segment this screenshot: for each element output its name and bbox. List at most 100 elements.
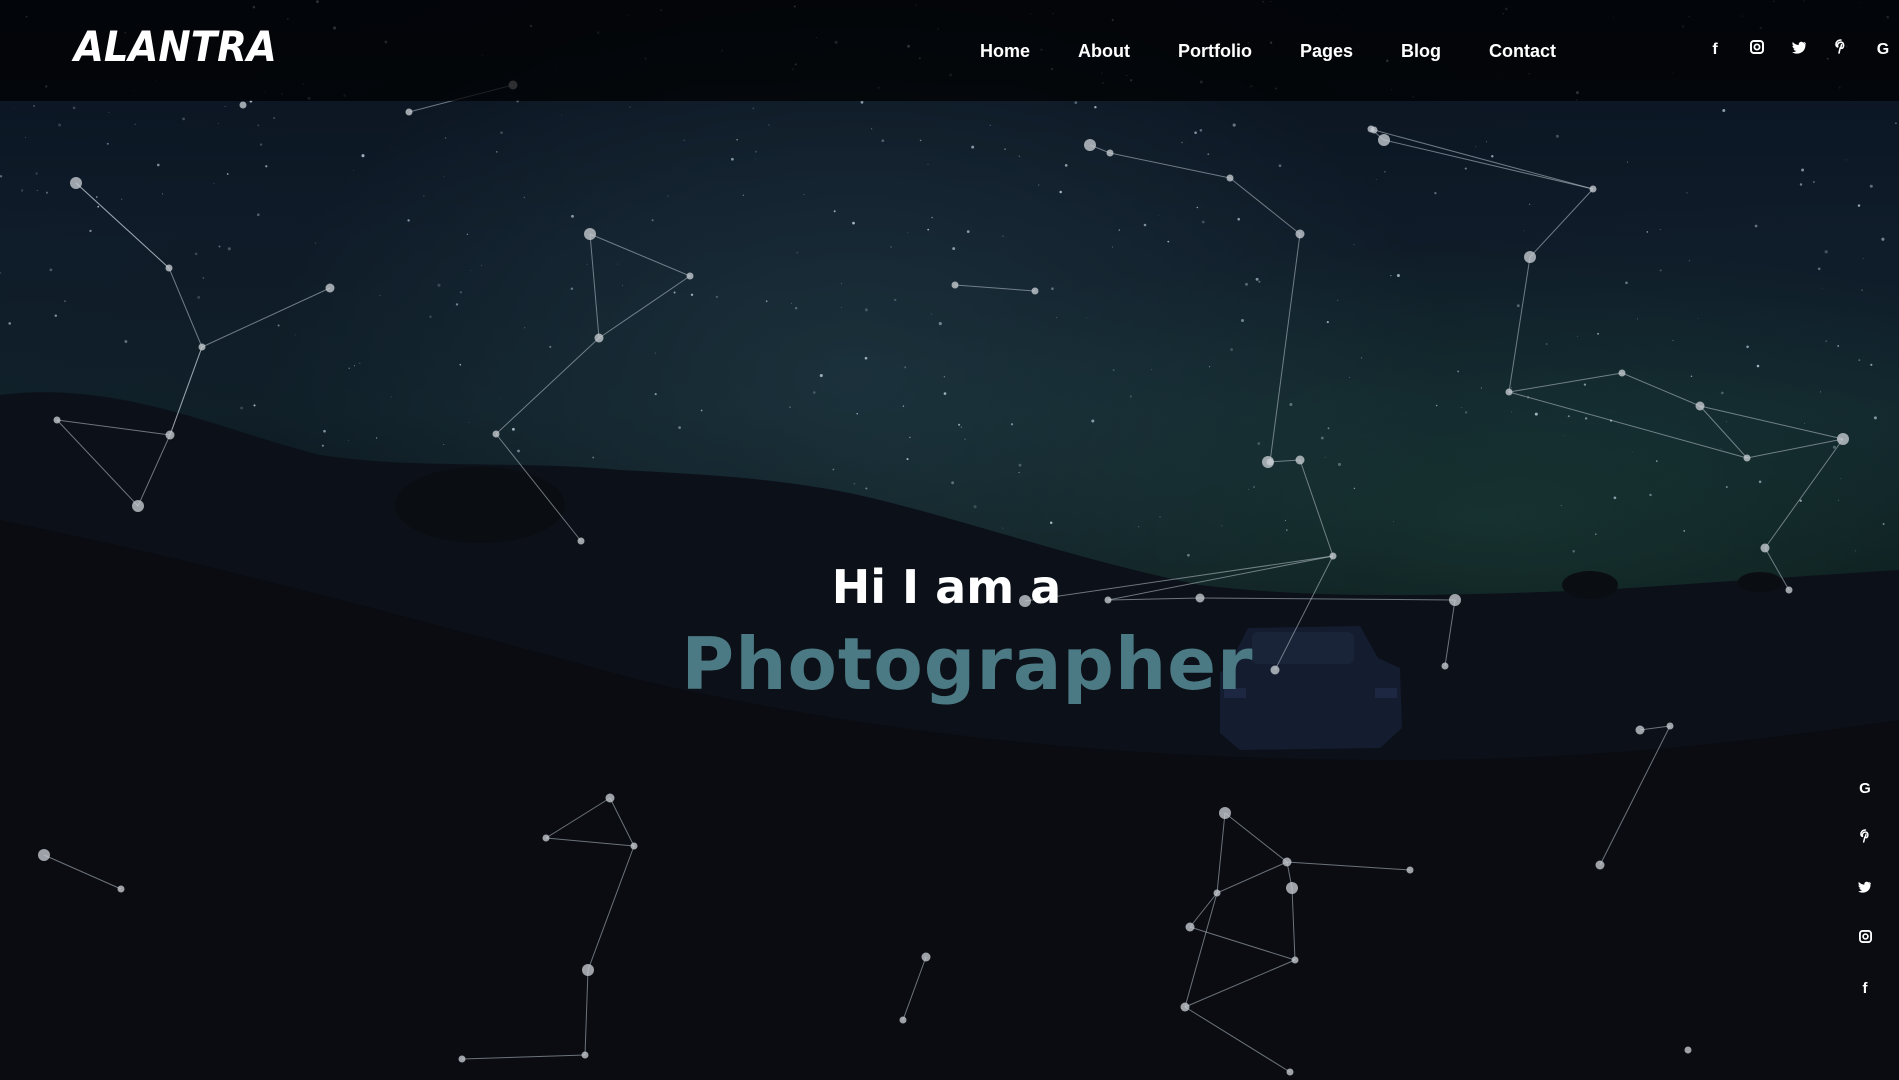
nav-portfolio[interactable]: Portfolio (1178, 39, 1252, 63)
constellation-node (1286, 882, 1298, 894)
constellation-line (1229, 177, 1301, 235)
constellation-line (1621, 372, 1701, 407)
google-icon[interactable]: G (1868, 37, 1898, 63)
constellation-node (582, 964, 594, 976)
twitter-icon[interactable] (1784, 37, 1814, 63)
constellation-line (1529, 188, 1594, 258)
constellation-node (899, 1016, 907, 1024)
constellation-line (75, 182, 170, 269)
constellation-node (165, 264, 173, 272)
constellation-node (1684, 1046, 1692, 1054)
nav-pages[interactable]: Pages (1300, 39, 1353, 63)
constellation-node (1295, 455, 1305, 465)
instagram-icon[interactable] (1850, 924, 1880, 974)
constellation-node (1524, 251, 1536, 263)
constellation-line (1189, 892, 1218, 928)
constellation-node (239, 101, 247, 109)
header-bar: ALANTRA Home About Portfolio Pages Blog … (0, 0, 1899, 101)
constellation-node (577, 537, 585, 545)
pinterest-icon[interactable] (1826, 37, 1856, 63)
constellation-line (1189, 926, 1296, 961)
main-nav: Home About Portfolio Pages Blog Contact (980, 39, 1604, 63)
constellation-line (1373, 129, 1594, 190)
constellation-node (584, 228, 596, 240)
constellation-line (598, 275, 691, 339)
constellation-line (1599, 725, 1671, 866)
constellation-node (581, 1051, 589, 1059)
twitter-icon[interactable] (1850, 874, 1880, 924)
nav-blog[interactable]: Blog (1401, 39, 1441, 63)
constellation-node (1837, 433, 1849, 445)
constellation-node (630, 842, 638, 850)
hero-intro-text: Hi I am a (831, 560, 1062, 614)
constellation-line (169, 346, 203, 436)
constellation-node (686, 272, 694, 280)
constellation-line (1184, 959, 1296, 1008)
constellation-line (56, 419, 171, 436)
constellation-node (1262, 456, 1274, 468)
hero-role-title: Photographer (681, 622, 1254, 706)
constellation-line (168, 267, 203, 348)
constellation-line (495, 337, 600, 435)
constellation-line (1699, 405, 1844, 440)
constellation-line (1508, 256, 1531, 393)
constellation-node (1635, 725, 1645, 735)
constellation-line (1269, 233, 1301, 463)
constellation-node (1666, 722, 1674, 730)
constellation-line (1508, 372, 1623, 393)
instagram-glyph (1858, 930, 1872, 943)
side-social-links: G f (1850, 774, 1880, 1024)
pinterest-icon[interactable] (1850, 824, 1880, 874)
constellation-node (325, 283, 335, 293)
constellation-line (545, 797, 611, 839)
constellation-node (458, 1055, 466, 1063)
constellation-node (1219, 807, 1231, 819)
constellation-line (1286, 861, 1411, 871)
constellation-node (921, 952, 931, 962)
constellation-line (1699, 405, 1748, 459)
constellation-node (1295, 229, 1305, 239)
constellation-line (1291, 887, 1296, 961)
pinterest-glyph (1859, 829, 1869, 843)
hero-section: ALANTRA Home About Portfolio Pages Blog … (0, 0, 1899, 1080)
twitter-glyph (1858, 881, 1871, 893)
constellation-line (1764, 438, 1844, 549)
constellation-node (1589, 185, 1597, 193)
constellation-node (1185, 922, 1195, 932)
site-logo[interactable]: ALANTRA (74, 22, 277, 71)
constellation-line (137, 434, 171, 507)
nav-home[interactable]: Home (980, 39, 1030, 63)
constellation-line (1299, 459, 1334, 557)
constellation-line (201, 287, 331, 348)
constellation-node (1505, 388, 1513, 396)
constellation-node (951, 281, 959, 289)
facebook-icon[interactable]: f (1700, 37, 1730, 63)
constellation-node (1695, 401, 1705, 411)
constellation-line (1639, 725, 1671, 731)
constellation-node (132, 500, 144, 512)
constellation-node (1291, 956, 1299, 964)
constellation-line (1383, 139, 1594, 190)
constellation-node (1406, 866, 1414, 874)
instagram-icon[interactable] (1742, 37, 1772, 63)
twitter-glyph (1791, 41, 1806, 54)
constellation-line (43, 854, 122, 890)
nav-about[interactable]: About (1078, 39, 1130, 63)
constellation-node (1180, 1002, 1190, 1012)
facebook-icon[interactable]: f (1850, 974, 1880, 1024)
constellation-line (545, 837, 635, 847)
constellation-line (461, 1054, 586, 1060)
constellation-line (589, 233, 600, 339)
constellation-line (584, 969, 589, 1056)
google-icon[interactable]: G (1850, 774, 1880, 824)
constellation-line (1109, 152, 1231, 179)
constellation-line (609, 797, 635, 847)
constellation-node (1378, 134, 1390, 146)
constellation-line (1216, 861, 1288, 894)
nav-contact[interactable]: Contact (1489, 39, 1556, 63)
constellation-node (117, 885, 125, 893)
constellation-line (56, 419, 139, 507)
constellation-line (587, 845, 635, 971)
instagram-glyph (1750, 40, 1764, 54)
constellation-node (165, 430, 175, 440)
